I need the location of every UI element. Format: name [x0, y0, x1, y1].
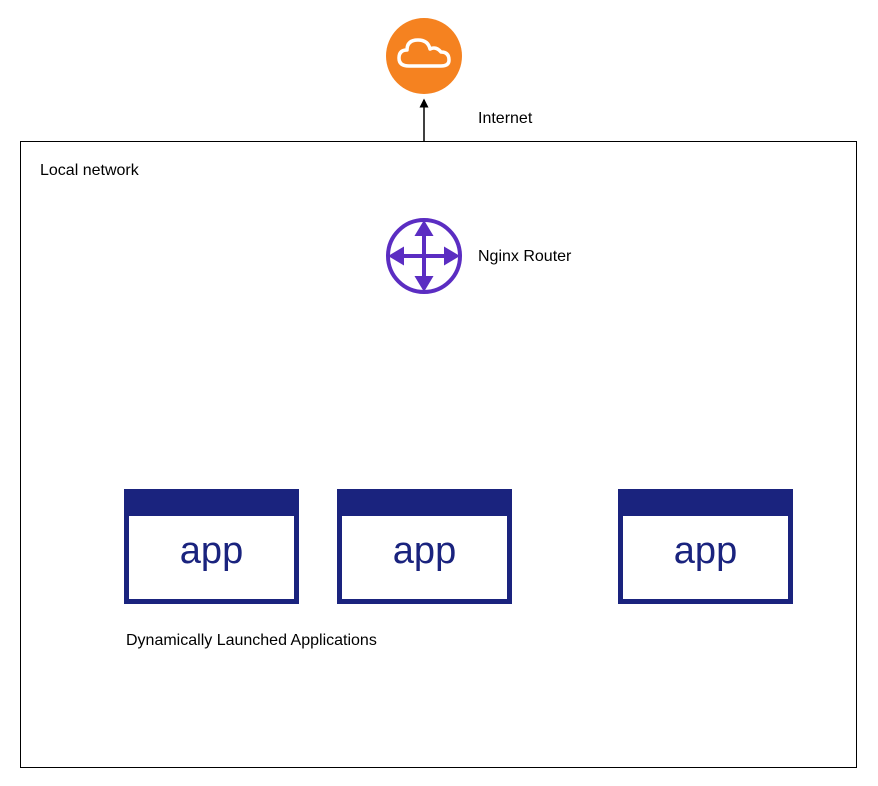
app-box-3: app: [618, 489, 793, 604]
app-titlebar: [623, 494, 788, 516]
app-label: app: [129, 530, 294, 573]
cloud-icon: [384, 16, 464, 96]
internet-label: Internet: [478, 110, 532, 128]
router-node: [384, 216, 464, 296]
router-label: Nginx Router: [478, 248, 571, 266]
router-icon: [384, 216, 464, 296]
diagram-canvas: { "labels": { "internet": "Internet", "l…: [0, 0, 878, 786]
app-titlebar: [129, 494, 294, 516]
app-titlebar: [342, 494, 507, 516]
app-label: app: [623, 530, 788, 573]
app-label: app: [342, 530, 507, 573]
apps-caption: Dynamically Launched Applications: [126, 632, 377, 650]
cloud-node: [384, 16, 464, 96]
app-box-2: app: [337, 489, 512, 604]
local-network-label: Local network: [40, 162, 139, 180]
app-box-1: app: [124, 489, 299, 604]
